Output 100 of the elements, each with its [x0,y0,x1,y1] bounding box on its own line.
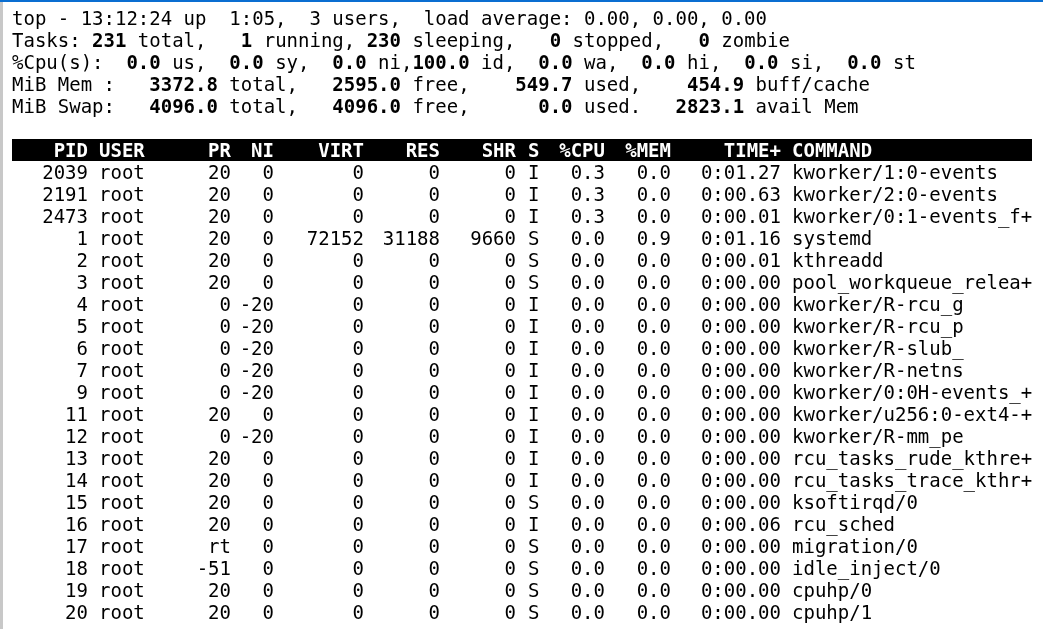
table-cell: 4 [76,293,88,315]
table-cell: 17 [65,535,88,557]
table-cell: kworker/0:0H-events_+ [792,381,1033,403]
table-cell: 0 [352,249,364,271]
table-cell: 0 [428,337,440,359]
table-cell: 0:00.00 [700,271,781,293]
table-cell: 0.0 [636,557,671,579]
table-cell: I [528,469,540,491]
table-cell: root [99,491,145,513]
table-cell: kworker/R-slub_ [792,337,964,359]
table-cell: 0.0 [570,447,605,469]
table-cell: 0 [352,183,364,205]
table-cell: 0 [352,491,364,513]
table-cell: 0:00.01 [700,205,781,227]
table-cell: 0 [504,249,516,271]
table-cell: root [99,161,145,183]
table-cell: -51 [196,557,231,579]
table-cell: S [528,271,540,293]
table-cell: root [99,425,145,447]
table-cell: I [528,315,540,337]
table-cell: 0:00.01 [700,249,781,271]
table-cell: I [528,359,540,381]
table-cell: 0 [428,557,440,579]
table-cell: 0 [262,205,274,227]
table-cell: 0:00.00 [700,491,781,513]
table-cell: 0 [428,249,440,271]
table-cell: idle_inject/0 [792,557,941,579]
table-cell: 0.9 [636,227,671,249]
table-cell: 0 [504,293,516,315]
column-header: NI [251,139,274,161]
table-cell: I [528,381,540,403]
table-cell: 20 [208,579,231,601]
table-cell: 0 [352,381,364,403]
table-cell: kworker/u256:0-ext4-+ [792,403,1033,425]
table-cell: 20 [208,447,231,469]
table-cell: root [99,557,145,579]
table-cell: 0 [428,491,440,513]
table-cell: -20 [239,337,274,359]
table-cell: S [528,535,540,557]
table-cell: 13 [65,447,88,469]
table-cell: 0.0 [570,293,605,315]
table-cell: 0 [262,403,274,425]
table-cell: 0 [219,315,231,337]
column-header: PR [208,139,231,161]
column-header: COMMAND [792,139,873,161]
table-cell: 0 [262,447,274,469]
summary-line: %Cpu(s): 0.0 us, 0.0 sy, 0.0 ni,100.0 id, 0.0 wa, 0.0 hi, 0.0 si, 0.0 st [12,51,916,73]
table-cell: 0 [504,161,516,183]
table-cell: 9660 [470,227,516,249]
table-cell: root [99,579,145,601]
table-cell: kworker/2:0-events [792,183,998,205]
table-cell: 20 [208,271,231,293]
table-cell: 0 [428,293,440,315]
table-cell: 0 [262,249,274,271]
table-cell: root [99,271,145,293]
table-cell: -20 [239,293,274,315]
table-cell: 0:01.27 [700,161,781,183]
table-cell: 0:00.63 [700,183,781,205]
table-cell: root [99,469,145,491]
table-cell: 0 [352,205,364,227]
table-cell: 20 [208,183,231,205]
table-cell: 0 [504,469,516,491]
table-cell: 12 [65,425,88,447]
table-cell: 7 [76,359,88,381]
table-cell: 0 [262,601,274,623]
table-cell: 18 [65,557,88,579]
table-cell: 0 [352,315,364,337]
table-cell: 0 [428,359,440,381]
table-cell: root [99,337,145,359]
column-header: PID [53,139,88,161]
table-cell: 6 [76,337,88,359]
column-header: SHR [481,139,516,161]
table-cell: I [528,183,540,205]
table-cell: root [99,293,145,315]
table-cell: 0:00.00 [700,469,781,491]
table-cell: 0.0 [570,557,605,579]
table-cell: 2 [76,249,88,271]
table-cell: root [99,183,145,205]
table-cell: 0.0 [636,161,671,183]
table-cell: 0.0 [570,359,605,381]
table-cell: 2191 [42,183,88,205]
table-cell: 0 [504,359,516,381]
table-cell: 0 [219,381,231,403]
table-cell: 0:00.00 [700,337,781,359]
table-cell: 0 [428,271,440,293]
table-cell: ksoftirqd/0 [792,491,918,513]
table-cell: 0 [504,315,516,337]
table-cell: 20 [208,491,231,513]
table-cell: 0:00.00 [700,293,781,315]
table-cell: 0.0 [570,315,605,337]
table-cell: 0.0 [570,513,605,535]
table-cell: -20 [239,359,274,381]
table-cell: 0 [428,469,440,491]
table-cell: 2039 [42,161,88,183]
table-cell: 0:00.00 [700,403,781,425]
table-cell: 0:00.00 [700,359,781,381]
table-cell: 0 [504,271,516,293]
table-cell: 0:00.00 [700,381,781,403]
table-cell: 0 [352,557,364,579]
table-cell: 0.0 [636,579,671,601]
